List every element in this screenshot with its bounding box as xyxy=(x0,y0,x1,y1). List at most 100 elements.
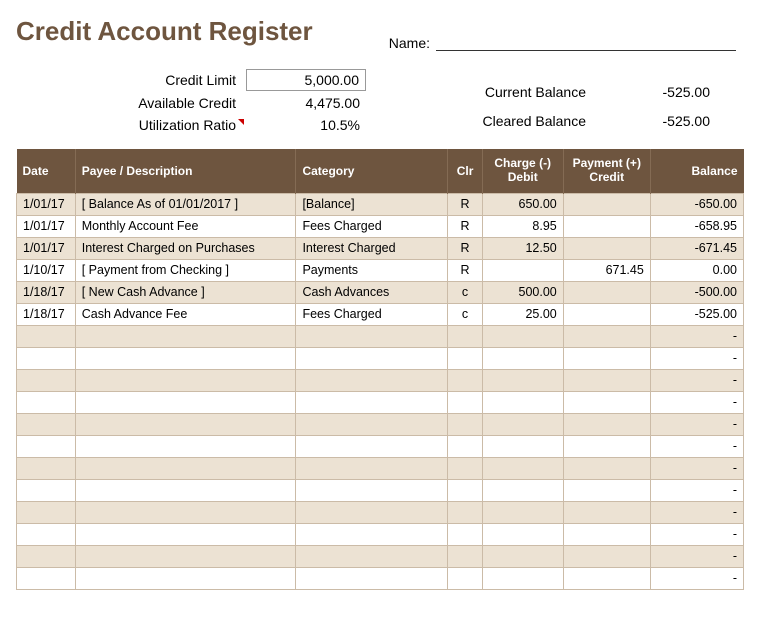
cell-payee[interactable]: [ Balance As of 01/01/2017 ] xyxy=(75,193,296,215)
cell-payment[interactable] xyxy=(563,545,650,567)
cell-category[interactable] xyxy=(296,325,448,347)
cell-balance[interactable]: 0.00 xyxy=(650,259,743,281)
cell-payment[interactable] xyxy=(563,567,650,589)
cell-payment[interactable] xyxy=(563,325,650,347)
cell-balance[interactable]: -658.95 xyxy=(650,215,743,237)
cell-payee[interactable] xyxy=(75,369,296,391)
cell-date[interactable]: 1/01/17 xyxy=(17,193,76,215)
cell-balance[interactable]: - xyxy=(650,391,743,413)
cell-balance[interactable]: - xyxy=(650,325,743,347)
cell-charge[interactable]: 500.00 xyxy=(482,281,563,303)
cell-payment[interactable] xyxy=(563,501,650,523)
cell-payment[interactable] xyxy=(563,523,650,545)
cell-date[interactable] xyxy=(17,391,76,413)
cell-balance[interactable]: -671.45 xyxy=(650,237,743,259)
cell-payment[interactable] xyxy=(563,413,650,435)
cell-date[interactable] xyxy=(17,479,76,501)
cell-date[interactable] xyxy=(17,545,76,567)
cell-category[interactable] xyxy=(296,369,448,391)
cell-payment[interactable] xyxy=(563,435,650,457)
cell-clr[interactable] xyxy=(448,523,482,545)
cell-clr[interactable]: R xyxy=(448,259,482,281)
cell-payee[interactable] xyxy=(75,347,296,369)
cell-date[interactable] xyxy=(17,435,76,457)
cell-category[interactable]: Fees Charged xyxy=(296,215,448,237)
cell-category[interactable]: Interest Charged xyxy=(296,237,448,259)
cell-payee[interactable] xyxy=(75,457,296,479)
cell-payee[interactable]: Cash Advance Fee xyxy=(75,303,296,325)
cell-balance[interactable]: -500.00 xyxy=(650,281,743,303)
cell-category[interactable] xyxy=(296,435,448,457)
cell-category[interactable] xyxy=(296,567,448,589)
cell-category[interactable] xyxy=(296,347,448,369)
cell-charge[interactable] xyxy=(482,435,563,457)
cell-charge[interactable] xyxy=(482,501,563,523)
cell-payment[interactable] xyxy=(563,457,650,479)
cell-balance[interactable]: - xyxy=(650,369,743,391)
cell-category[interactable] xyxy=(296,501,448,523)
cell-clr[interactable] xyxy=(448,501,482,523)
cell-payment[interactable] xyxy=(563,369,650,391)
cell-charge[interactable] xyxy=(482,457,563,479)
cell-clr[interactable]: R xyxy=(448,193,482,215)
cell-payee[interactable] xyxy=(75,501,296,523)
cell-payee[interactable] xyxy=(75,545,296,567)
cell-date[interactable]: 1/01/17 xyxy=(17,215,76,237)
cell-clr[interactable]: R xyxy=(448,237,482,259)
cell-date[interactable]: 1/18/17 xyxy=(17,281,76,303)
cell-payee[interactable] xyxy=(75,391,296,413)
cell-category[interactable] xyxy=(296,479,448,501)
cell-clr[interactable] xyxy=(448,391,482,413)
cell-clr[interactable]: R xyxy=(448,215,482,237)
cell-charge[interactable] xyxy=(482,479,563,501)
cell-charge[interactable] xyxy=(482,523,563,545)
cell-date[interactable] xyxy=(17,413,76,435)
cell-date[interactable] xyxy=(17,523,76,545)
cell-payment[interactable] xyxy=(563,281,650,303)
name-input-line[interactable] xyxy=(436,33,736,51)
cell-clr[interactable]: c xyxy=(448,281,482,303)
cell-balance[interactable]: - xyxy=(650,545,743,567)
cell-clr[interactable] xyxy=(448,457,482,479)
cell-charge[interactable] xyxy=(482,567,563,589)
cell-charge[interactable] xyxy=(482,391,563,413)
cell-charge[interactable]: 8.95 xyxy=(482,215,563,237)
cell-charge[interactable] xyxy=(482,369,563,391)
cell-clr[interactable] xyxy=(448,479,482,501)
cell-clr[interactable] xyxy=(448,325,482,347)
cell-balance[interactable]: - xyxy=(650,501,743,523)
cell-category[interactable] xyxy=(296,545,448,567)
cell-charge[interactable]: 25.00 xyxy=(482,303,563,325)
cell-payment[interactable] xyxy=(563,193,650,215)
cell-payment[interactable] xyxy=(563,303,650,325)
cell-clr[interactable]: c xyxy=(448,303,482,325)
cell-clr[interactable] xyxy=(448,435,482,457)
cell-charge[interactable] xyxy=(482,325,563,347)
cell-date[interactable]: 1/18/17 xyxy=(17,303,76,325)
credit-limit-value[interactable]: 5,000.00 xyxy=(246,69,366,91)
cell-date[interactable] xyxy=(17,457,76,479)
cell-balance[interactable]: - xyxy=(650,435,743,457)
cell-clr[interactable] xyxy=(448,347,482,369)
cell-category[interactable] xyxy=(296,413,448,435)
cell-charge[interactable] xyxy=(482,545,563,567)
cell-charge[interactable] xyxy=(482,259,563,281)
cell-balance[interactable]: - xyxy=(650,457,743,479)
cell-charge[interactable]: 650.00 xyxy=(482,193,563,215)
cell-category[interactable] xyxy=(296,391,448,413)
cell-balance[interactable]: -650.00 xyxy=(650,193,743,215)
cell-payee[interactable]: [ Payment from Checking ] xyxy=(75,259,296,281)
cell-balance[interactable]: - xyxy=(650,567,743,589)
cell-payment[interactable] xyxy=(563,391,650,413)
cell-payment[interactable] xyxy=(563,347,650,369)
cell-balance[interactable]: - xyxy=(650,347,743,369)
cell-payee[interactable] xyxy=(75,523,296,545)
cell-payee[interactable]: Monthly Account Fee xyxy=(75,215,296,237)
cell-payee[interactable] xyxy=(75,325,296,347)
cell-category[interactable]: Payments xyxy=(296,259,448,281)
cell-category[interactable]: [Balance] xyxy=(296,193,448,215)
cell-balance[interactable]: - xyxy=(650,479,743,501)
cell-payee[interactable] xyxy=(75,413,296,435)
cell-payee[interactable] xyxy=(75,567,296,589)
cell-charge[interactable] xyxy=(482,347,563,369)
